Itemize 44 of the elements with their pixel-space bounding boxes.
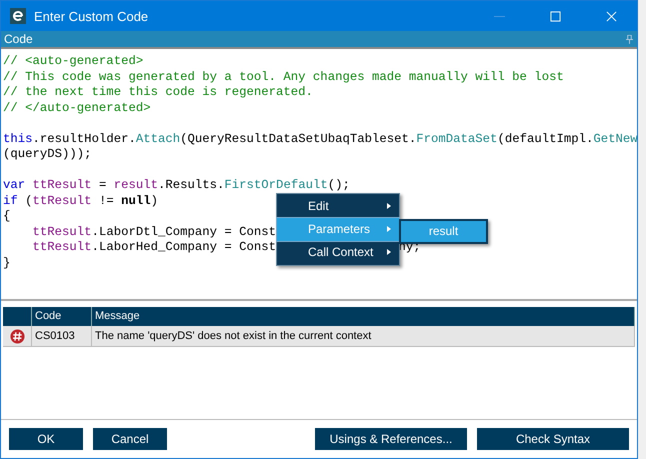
code-text: ): [150, 194, 158, 208]
menu-item[interactable]: Call Context: [277, 241, 399, 264]
code-text: (defaultImpl.: [497, 132, 594, 146]
code-text: ttResult: [32, 224, 92, 238]
code-text: FromDataSet: [416, 132, 498, 146]
code-text: .Results.: [158, 178, 224, 192]
code-text: this: [3, 132, 33, 146]
panel-title: Code: [4, 32, 33, 46]
menu-item[interactable]: Edit: [277, 195, 399, 218]
dialog-button[interactable]: Cancel: [93, 428, 167, 450]
code-text: (: [24, 194, 33, 208]
table-cell: The name 'queryDS' does not exist in the current context: [92, 326, 635, 346]
code-text: }: [3, 256, 10, 270]
maximize-icon[interactable]: [550, 10, 561, 22]
code-text: =: [98, 178, 108, 192]
code-text: {: [3, 209, 10, 223]
code-text: var: [3, 178, 26, 192]
code-text: FirstOrDefault: [224, 178, 328, 192]
pin-icon[interactable]: [626, 34, 633, 44]
code-text: .LaborDtl_Company = Const: [92, 224, 276, 238]
code-text: ();: [328, 178, 350, 192]
code-text: (queryDS)));: [3, 147, 92, 161]
code-text: Attach: [136, 132, 180, 146]
code-text: // the next time this code is regenerated.: [3, 85, 313, 99]
code-text: null: [121, 194, 151, 208]
code-text: .LaborHed_Company = Const: [92, 240, 276, 254]
dialog-button[interactable]: Check Syntax: [477, 428, 629, 450]
close-icon[interactable]: [606, 10, 617, 22]
table-cell: CS0103: [32, 326, 92, 346]
code-text: !=: [98, 194, 115, 208]
code-text: if: [3, 194, 18, 208]
window-title: Enter Custom Code: [34, 8, 150, 24]
code-text: ttResult: [32, 178, 92, 192]
code-text: // <auto-generated>: [3, 54, 144, 68]
code-text: // This code was generated by a tool. Any changes made manually will be lost: [3, 70, 564, 84]
dialog-button[interactable]: OK: [9, 428, 83, 450]
code-text: (QueryResultDataSetUbaqTableset.: [180, 132, 416, 146]
app-logo-icon: [10, 8, 26, 24]
code-text: // </auto-generated>: [3, 100, 151, 114]
code-text: .resultHolder.: [32, 132, 136, 146]
code-text: result: [114, 178, 158, 192]
code-text: ttResult: [32, 194, 92, 208]
dialog-button[interactable]: Usings & References...: [315, 428, 467, 450]
code-text: ttResult: [32, 240, 92, 254]
